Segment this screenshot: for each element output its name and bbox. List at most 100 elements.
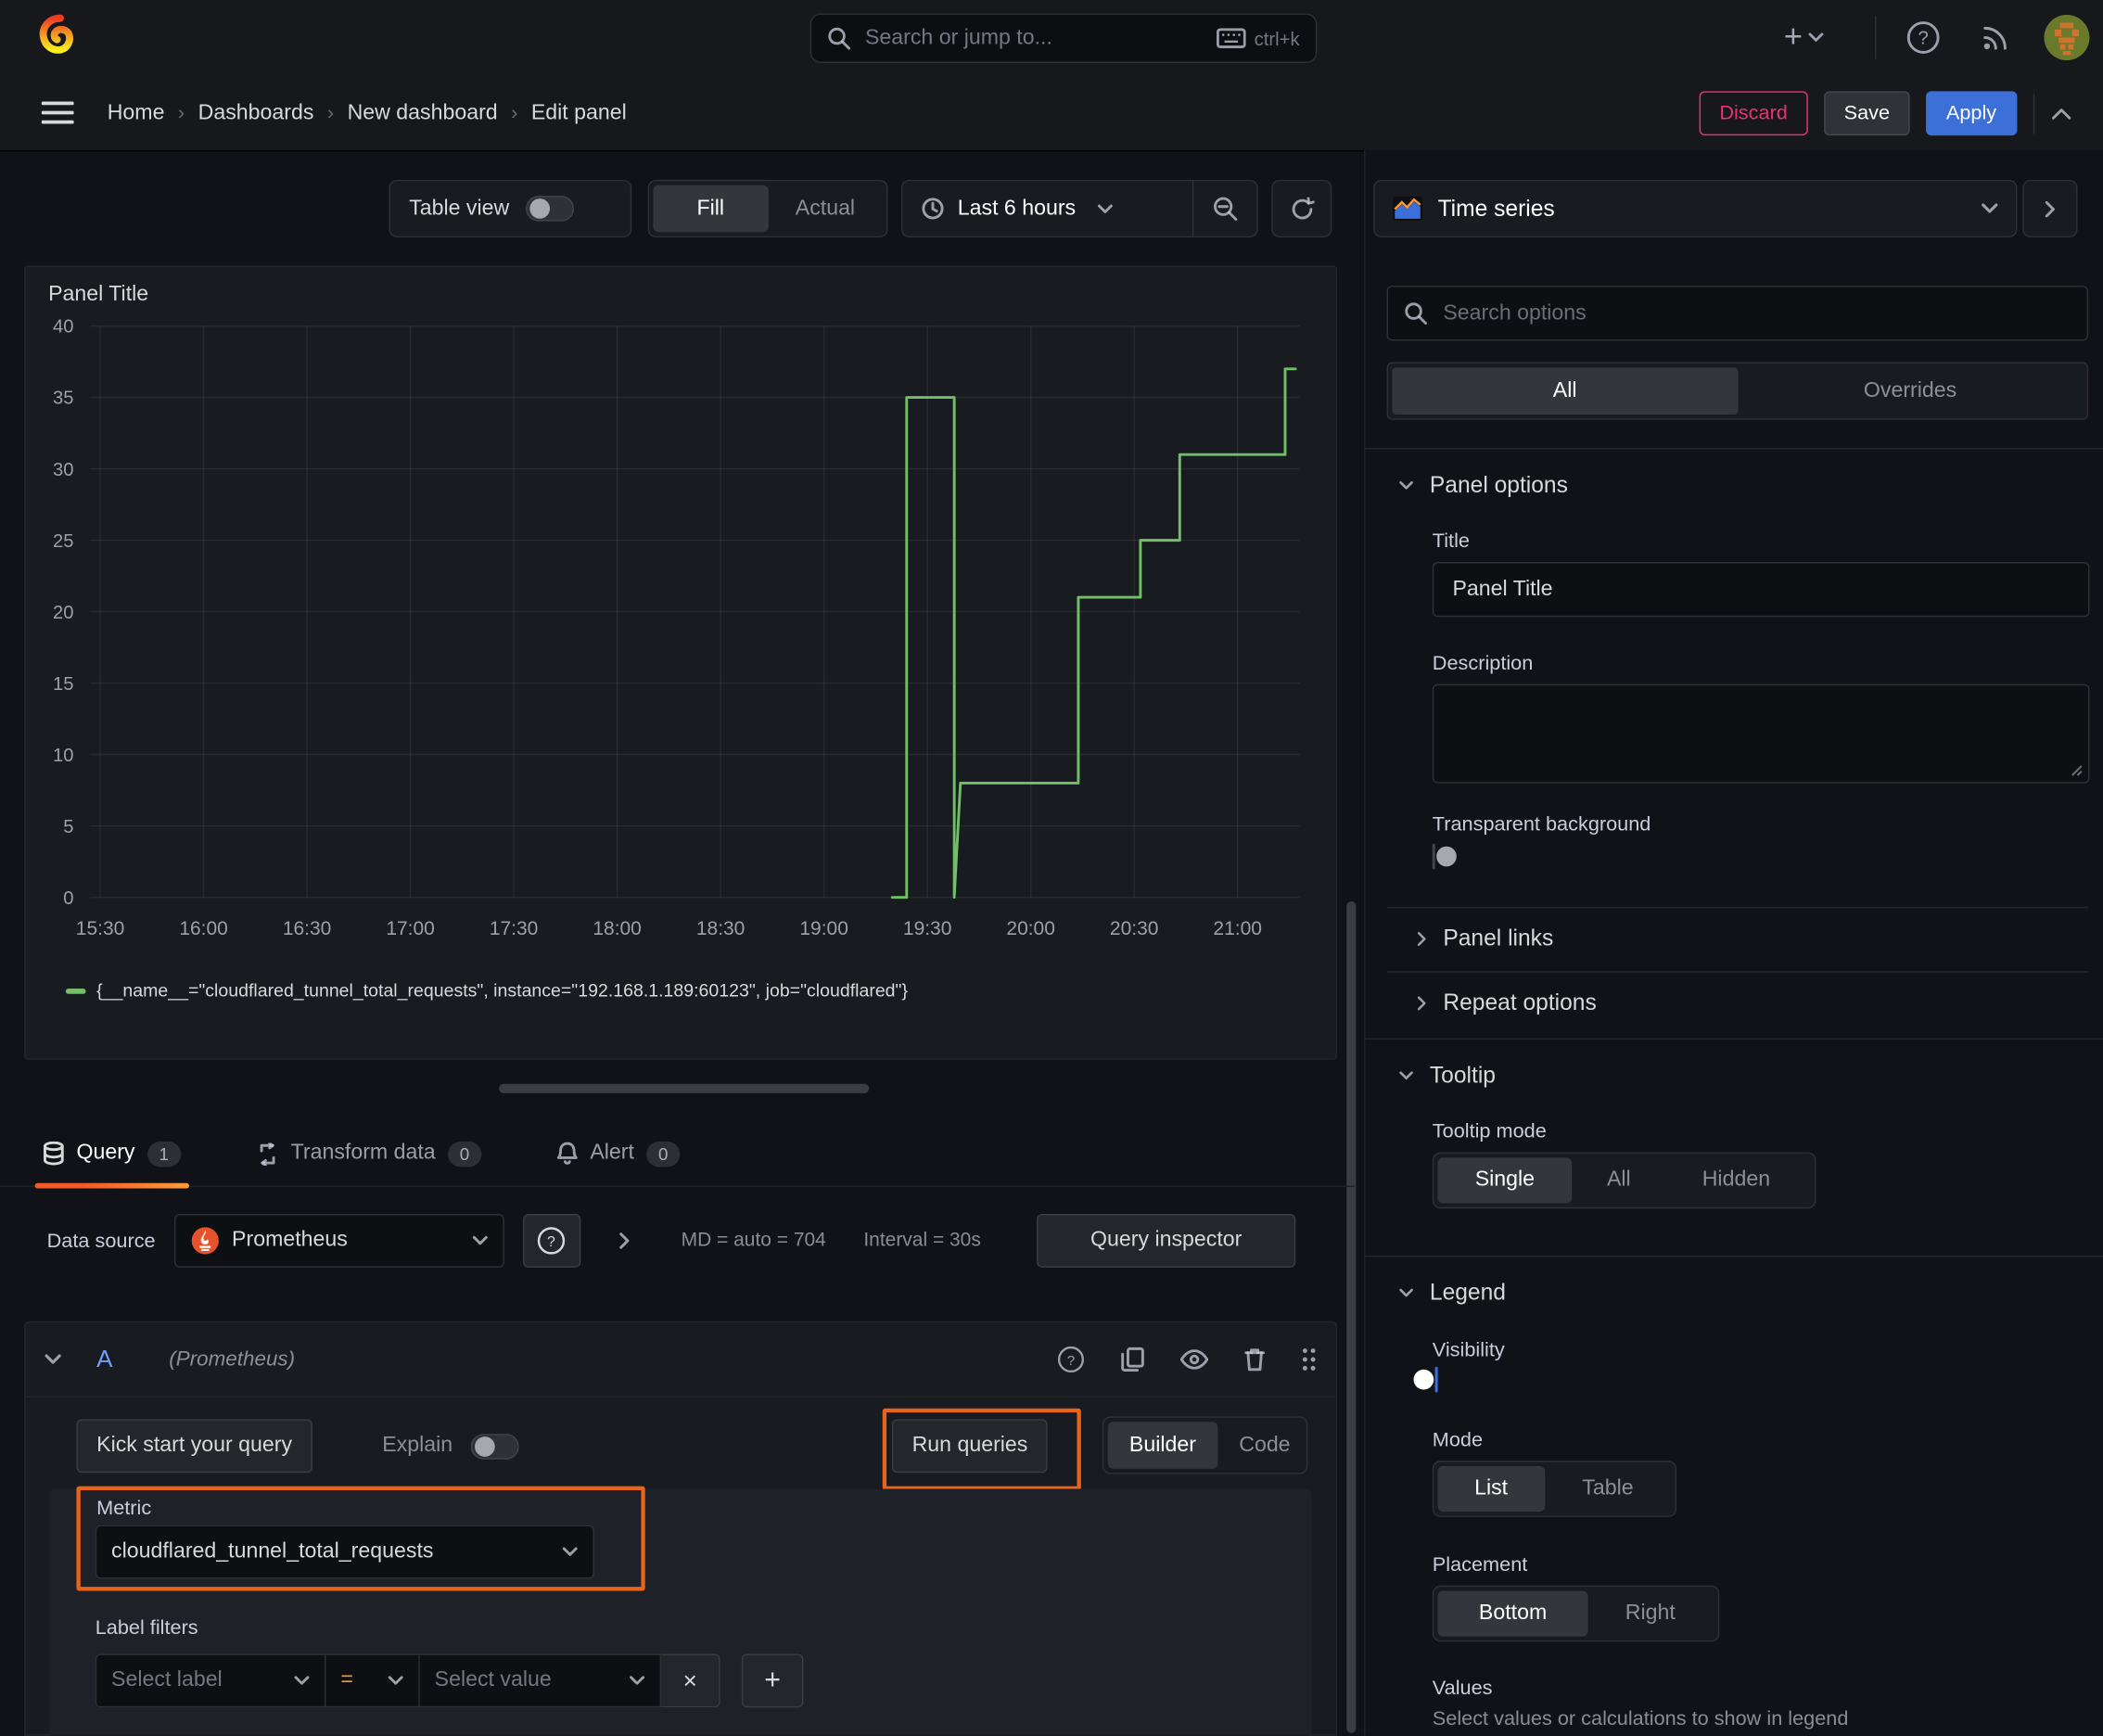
legend-table-option[interactable]: Table: [1545, 1466, 1672, 1512]
resize-handle-icon[interactable]: [2070, 763, 2083, 776]
remove-query-trash-icon[interactable]: [1243, 1347, 1267, 1372]
search-options-input[interactable]: [1440, 300, 2071, 327]
apply-button[interactable]: Apply: [1926, 91, 2017, 136]
tooltip-mode-segment: Single All Hidden: [1432, 1152, 1816, 1209]
builder-option[interactable]: Builder: [1107, 1422, 1218, 1469]
table-view-control: Table view: [389, 179, 632, 238]
description-textarea[interactable]: [1432, 683, 2090, 784]
chart-legend[interactable]: {__name__="cloudflared_tunnel_total_requ…: [65, 980, 1336, 1001]
news-rss-icon[interactable]: [1977, 19, 2015, 57]
legend-header[interactable]: Legend: [1399, 1280, 1506, 1307]
actual-option[interactable]: Actual: [768, 185, 883, 233]
svg-text:21:00: 21:00: [1213, 918, 1261, 939]
refresh-icon[interactable]: [1271, 179, 1332, 238]
placement-right-option[interactable]: Right: [1588, 1590, 1714, 1636]
tooltip-single-option[interactable]: Single: [1437, 1157, 1573, 1204]
global-search-input[interactable]: [862, 24, 1205, 52]
query-help-icon[interactable]: ?: [1057, 1346, 1085, 1373]
svg-text:16:30: 16:30: [283, 918, 331, 939]
code-option[interactable]: Code: [1217, 1422, 1312, 1469]
svg-text:35: 35: [53, 389, 74, 409]
breadcrumb-new-dashboard[interactable]: New dashboard: [348, 101, 498, 125]
new-menu[interactable]: +: [1784, 16, 1824, 58]
tab-transform-data[interactable]: Transform data 0: [248, 1121, 490, 1185]
explain-toggle[interactable]: [471, 1433, 520, 1459]
svg-text:?: ?: [548, 1234, 556, 1250]
legend-visibility-toggle[interactable]: [1413, 1366, 1438, 1393]
add-filter-button[interactable]: +: [741, 1653, 804, 1708]
svg-text:0: 0: [63, 888, 73, 909]
query-count-badge: 1: [147, 1141, 181, 1167]
discard-button[interactable]: Discard: [1699, 91, 1808, 136]
chevron-down-icon: [1399, 1288, 1413, 1297]
select-label-dropdown[interactable]: Select label: [95, 1653, 326, 1708]
tooltip-header[interactable]: Tooltip: [1399, 1063, 1496, 1090]
query-ref-id: A: [96, 1345, 113, 1372]
svg-text:17:00: 17:00: [386, 918, 434, 939]
legend-values-label: Values: [1432, 1677, 1493, 1700]
datasource-help-button[interactable]: ?: [522, 1214, 581, 1268]
chevron-down-icon: [294, 1676, 310, 1685]
search-options-box[interactable]: [1386, 286, 2089, 341]
tab-alert[interactable]: Alert 0: [548, 1121, 688, 1185]
collapse-sidebar-button[interactable]: [2022, 179, 2078, 238]
fill-option[interactable]: Fill: [653, 185, 769, 233]
hide-response-eye-icon[interactable]: [1179, 1349, 1209, 1370]
chevron-down-icon: [1808, 32, 1824, 42]
table-view-toggle[interactable]: [525, 196, 574, 222]
panel-resize-handle[interactable]: [499, 1083, 870, 1093]
editor-tabbar: Query 1 Transform data 0 Alert 0: [0, 1121, 1355, 1189]
transparent-background-toggle[interactable]: [1432, 843, 1457, 870]
operator-dropdown[interactable]: =: [325, 1653, 420, 1708]
placement-bottom-option[interactable]: Bottom: [1437, 1590, 1588, 1637]
svg-text:18:30: 18:30: [696, 918, 745, 939]
time-series-chart[interactable]: 0 5 10 15 20 25 30 35 40 15:30 16:00 16:30 17:00 17:3…: [25, 310, 1313, 980]
interval-info: Interval = 30s: [863, 1230, 981, 1252]
repeat-options-header[interactable]: Repeat options: [1416, 989, 1597, 1016]
duplicate-query-icon[interactable]: [1120, 1347, 1145, 1372]
breadcrumb-home[interactable]: Home: [108, 101, 165, 125]
datasource-picker[interactable]: Prometheus: [173, 1214, 504, 1268]
svg-text:5: 5: [63, 817, 73, 837]
collapse-up-icon[interactable]: [2050, 107, 2071, 120]
panel-preview[interactable]: Panel Title 0 5 10 15 20 25 30 35 40 15:30 16:00 16…: [24, 265, 1338, 1060]
tab-all[interactable]: All: [1392, 367, 1738, 415]
help-icon[interactable]: ?: [1905, 19, 1943, 57]
user-avatar[interactable]: [2044, 14, 2090, 61]
panel-options-header[interactable]: Panel options: [1399, 472, 1568, 499]
svg-text:17:30: 17:30: [490, 918, 538, 939]
query-collapse-chevron[interactable]: [45, 1353, 62, 1365]
chevron-down-icon: [562, 1547, 578, 1556]
global-search[interactable]: ctrl+k: [809, 13, 1318, 63]
panel-title-input-box[interactable]: [1432, 562, 2090, 618]
breadcrumb-dashboards[interactable]: Dashboards: [198, 101, 314, 125]
metric-value: cloudflared_tunnel_total_requests: [111, 1539, 434, 1564]
metric-select[interactable]: cloudflared_tunnel_total_requests: [95, 1525, 594, 1579]
run-queries-button[interactable]: Run queries: [891, 1419, 1049, 1474]
panel-preview-title: Panel Title: [48, 283, 149, 306]
panel-title-input[interactable]: [1449, 576, 2072, 604]
tab-query[interactable]: Query 1: [34, 1121, 189, 1189]
menu-toggle-icon[interactable]: [40, 98, 75, 128]
fill-actual-segment: Fill Actual: [647, 179, 888, 238]
save-button[interactable]: Save: [1823, 91, 1910, 136]
time-range-picker[interactable]: Last 6 hours: [902, 197, 1192, 221]
panel-links-header[interactable]: Panel links: [1416, 925, 1553, 952]
tab-overrides[interactable]: Overrides: [1738, 367, 2083, 415]
legend-list-option[interactable]: List: [1437, 1465, 1545, 1513]
zoom-out-time-icon[interactable]: [1193, 181, 1256, 236]
drag-query-grip-icon[interactable]: [1301, 1347, 1317, 1372]
query-datasource-hint: (Prometheus): [169, 1347, 296, 1371]
visualization-picker[interactable]: Time series: [1373, 179, 2018, 238]
tooltip-all-option[interactable]: All: [1572, 1157, 1665, 1203]
grafana-logo[interactable]: [36, 13, 84, 61]
svg-text:20: 20: [53, 603, 74, 623]
select-value-dropdown[interactable]: Select value: [419, 1653, 662, 1708]
query-row-header[interactable]: A (Prometheus) ?: [24, 1321, 1338, 1398]
kick-start-query-button[interactable]: Kick start your query: [76, 1419, 312, 1474]
query-inspector-button[interactable]: Query inspector: [1037, 1214, 1296, 1268]
options-collapse-chevron[interactable]: [618, 1232, 631, 1250]
vertical-scrollbar[interactable]: [1346, 901, 1357, 1733]
tooltip-hidden-option[interactable]: Hidden: [1665, 1157, 1806, 1203]
remove-filter-button[interactable]: ×: [661, 1653, 720, 1708]
